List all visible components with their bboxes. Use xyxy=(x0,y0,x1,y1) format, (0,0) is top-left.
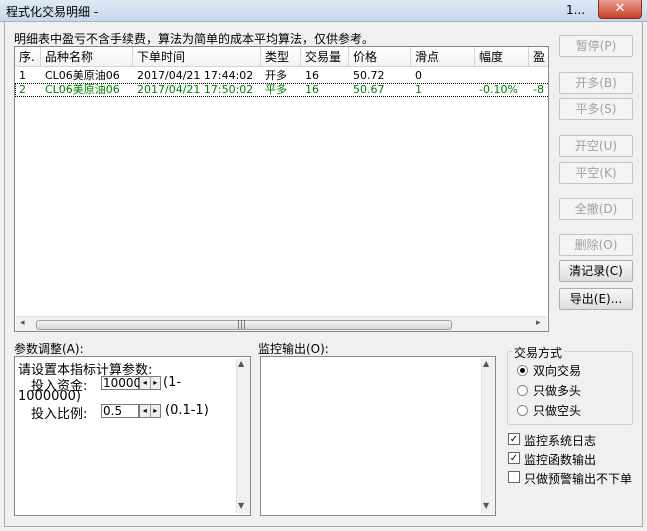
cell-name: CL06美原油06 xyxy=(45,69,120,82)
col-header-time[interactable]: 下单时间 xyxy=(133,47,261,67)
close-short-button[interactable]: 平空(K) xyxy=(559,162,633,184)
radio-label[interactable]: 双向交易 xyxy=(533,362,581,379)
open-long-button[interactable]: 开多(B) xyxy=(559,72,633,94)
scroll-right-icon[interactable]: ▸ xyxy=(536,318,541,328)
open-short-button[interactable]: 开空(U) xyxy=(559,135,633,157)
trade-detail-table[interactable]: 序. 品种名称 下单时间 类型 交易量 价格 滑点 幅度 盈 1 CL06美原油… xyxy=(14,46,549,332)
monitor-vertical-scrollbar[interactable]: ▲ ▼ xyxy=(481,358,495,514)
cell-qty: 16 xyxy=(305,83,319,96)
radio-label[interactable]: 只做多头 xyxy=(533,382,581,399)
col-header-price[interactable]: 价格 xyxy=(349,47,411,67)
ratio-input[interactable]: 0.5 xyxy=(101,404,139,418)
ratio-label: 投入比例: xyxy=(31,407,88,422)
radio-bidirectional[interactable] xyxy=(517,365,528,376)
cell-slip: 0 xyxy=(415,69,422,82)
pause-button[interactable]: 暂停(P) xyxy=(559,35,633,57)
export-button[interactable]: 导出(E)... xyxy=(559,288,633,310)
radio-short-only[interactable] xyxy=(517,405,528,416)
table-row[interactable]: 2 CL06美原油06 2017/04/21 17:50:02 平多 16 50… xyxy=(15,83,548,97)
table-row[interactable]: 1 CL06美原油06 2017/04/21 17:44:02 开多 16 50… xyxy=(15,69,548,83)
cell-price: 50.72 xyxy=(353,69,385,82)
cell-type: 平多 xyxy=(265,83,287,96)
close-button[interactable]: ✕ xyxy=(598,0,642,19)
col-header-name[interactable]: 品种名称 xyxy=(41,47,133,67)
fund-input[interactable]: 10000 xyxy=(101,376,141,390)
check-monitor-function-output[interactable]: ✓ xyxy=(508,452,520,464)
params-panel[interactable]: 请设置本指标计算参数: 投入资金: 10000 ◂ ▸ (1- 1000000)… xyxy=(14,356,251,516)
delete-button[interactable]: 删除(O) xyxy=(559,234,633,256)
window-title-suffix: 1... xyxy=(566,3,586,17)
fund-range-end: 1000000) xyxy=(18,389,81,404)
cell-price: 50.67 xyxy=(353,83,385,96)
params-label: 参数调整(A): xyxy=(14,342,84,356)
cancel-all-button[interactable]: 全撤(D) xyxy=(559,198,633,220)
table-header: 序. 品种名称 下单时间 类型 交易量 价格 滑点 幅度 盈 xyxy=(15,47,548,67)
monitor-output-area[interactable]: ▲ ▼ xyxy=(260,356,496,516)
scrollbar-thumb[interactable]: ||| xyxy=(36,320,452,330)
spin-left-icon[interactable]: ◂ xyxy=(140,405,151,417)
clear-records-button[interactable]: 清记录(C) xyxy=(559,260,633,282)
col-header-slip[interactable]: 滑点 xyxy=(411,47,475,67)
ratio-range: (0.1-1) xyxy=(165,403,209,418)
table-horizontal-scrollbar[interactable]: ◂ ||| ▸ xyxy=(16,316,547,331)
cell-time: 2017/04/21 17:50:02 xyxy=(137,83,254,96)
col-header-range[interactable]: 幅度 xyxy=(475,47,529,67)
scroll-down-icon[interactable]: ▼ xyxy=(238,501,244,510)
check-monitor-system-log[interactable]: ✓ xyxy=(508,433,520,445)
notice-text: 明细表中盈亏不含手续费，算法为简单的成本平均算法，仅供参考。 xyxy=(14,32,375,46)
cell-type: 开多 xyxy=(265,69,287,82)
title-bar[interactable]: 程式化交易明细 - 1... ✕ xyxy=(0,0,647,22)
check-label[interactable]: 监控系统日志 xyxy=(524,432,596,449)
cell-name: CL06美原油06 xyxy=(45,83,120,96)
check-label[interactable]: 监控函数输出 xyxy=(524,451,596,468)
params-vertical-scrollbar[interactable]: ▲ ▼ xyxy=(236,358,250,514)
scroll-down-icon[interactable]: ▼ xyxy=(483,501,489,510)
spin-right-icon[interactable]: ▸ xyxy=(151,405,161,417)
scroll-left-icon[interactable]: ◂ xyxy=(20,318,25,328)
window-title: 程式化交易明细 - xyxy=(6,5,99,19)
scroll-up-icon[interactable]: ▲ xyxy=(483,359,489,368)
grip-icon: ||| xyxy=(237,320,247,330)
trade-mode-title: 交易方式 xyxy=(512,344,565,361)
col-header-type[interactable]: 类型 xyxy=(261,47,301,67)
check-label[interactable]: 只做预警输出不下单 xyxy=(524,470,632,487)
cell-time: 2017/04/21 17:44:02 xyxy=(137,69,254,82)
cell-range xyxy=(475,69,529,83)
radio-long-only[interactable] xyxy=(517,385,528,396)
col-header-index[interactable]: 序. xyxy=(15,47,41,67)
close-long-button[interactable]: 平多(S) xyxy=(559,98,633,120)
monitor-label: 监控输出(O): xyxy=(258,342,329,356)
cell-index: 2 xyxy=(19,83,26,96)
fund-stepper[interactable]: ◂ ▸ xyxy=(139,376,161,390)
radio-label[interactable]: 只做空头 xyxy=(533,402,581,419)
ratio-stepper[interactable]: ◂ ▸ xyxy=(139,404,161,418)
cell-range: -0.10% xyxy=(479,83,518,96)
col-header-pnl[interactable]: 盈 xyxy=(529,47,548,67)
cell-qty: 16 xyxy=(305,69,319,82)
cell-slip: 1 xyxy=(415,83,422,96)
check-alert-only[interactable] xyxy=(508,471,520,483)
spin-left-icon[interactable]: ◂ xyxy=(140,377,151,389)
cell-pnl: -8 xyxy=(533,83,544,96)
cell-pnl xyxy=(529,69,548,83)
cell-index: 1 xyxy=(19,69,26,82)
scroll-up-icon[interactable]: ▲ xyxy=(238,359,244,368)
col-header-qty[interactable]: 交易量 xyxy=(301,47,349,67)
spin-right-icon[interactable]: ▸ xyxy=(151,377,161,389)
fund-range-start: (1- xyxy=(163,375,182,390)
